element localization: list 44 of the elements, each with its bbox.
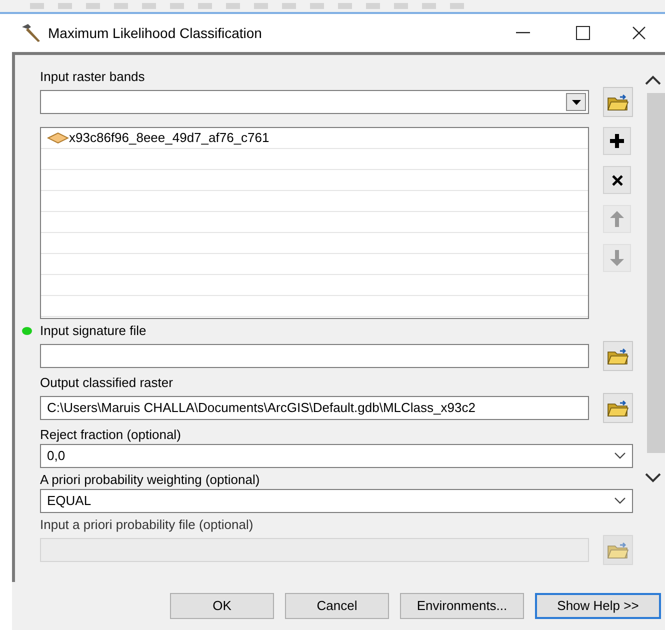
raster-bands-list[interactable]: x93c86f96_8eee_49d7_af76_c761 [40, 127, 589, 319]
field-label: Reject fraction (optional) [40, 427, 181, 443]
raster-bands-dropdown[interactable] [40, 90, 589, 114]
arrow-down-icon [610, 250, 624, 266]
remove-button[interactable] [603, 166, 631, 194]
minimize-icon [516, 32, 530, 34]
folder-icon [607, 399, 629, 417]
chevron-down-icon [614, 452, 626, 460]
scroll-up-icon [645, 75, 661, 85]
select-dropdown[interactable]: EQUAL [40, 489, 633, 513]
raster-list-item[interactable]: x93c86f96_8eee_49d7_af76_c761 [47, 128, 270, 148]
close-icon [612, 174, 622, 186]
arrow-up-icon [610, 211, 624, 227]
folder-icon [607, 347, 629, 365]
folder-icon [607, 93, 629, 111]
field-label: Output classified raster [40, 375, 173, 391]
raster-layer-icon [47, 132, 69, 144]
open-folder-button[interactable] [603, 535, 633, 565]
dialog-button[interactable]: Environments... [400, 593, 524, 619]
chevron-down-icon [614, 497, 626, 505]
select-dropdown[interactable]: 0,0 [40, 444, 633, 468]
scroll-down-icon [645, 473, 661, 483]
field-label: Input a priori probability file (optional) [40, 517, 254, 533]
dialog-button[interactable]: Cancel [285, 593, 389, 619]
open-folder-button[interactable] [603, 393, 633, 423]
open-folder-button[interactable] [603, 87, 633, 117]
list-row[interactable]: x93c86f96_8eee_49d7_af76_c761 [41, 128, 588, 149]
field-label: A priori probability weighting (optional) [40, 472, 260, 488]
window-title: Maximum Likelihood Classification [48, 24, 262, 42]
folder-icon [607, 541, 629, 559]
close-icon [632, 26, 646, 40]
field-label: Input signature file [40, 323, 146, 339]
dialog-button[interactable]: OK [170, 593, 274, 619]
dialog-button[interactable]: Show Help >> [535, 593, 661, 619]
add-button[interactable] [603, 127, 631, 155]
field-label: Input raster bands [40, 69, 146, 85]
maximize-icon [576, 26, 590, 40]
open-folder-button[interactable] [603, 341, 633, 371]
required-dot-icon [22, 327, 32, 335]
plus-icon [609, 133, 625, 149]
path-field[interactable]: C:\Users\Maruis CHALLA\Documents\ArcGIS\Default.gdb\MLClass_x93c2 [40, 396, 589, 420]
path-field[interactable] [40, 344, 589, 368]
hammer-icon [20, 23, 42, 43]
caret-icon [572, 100, 580, 104]
